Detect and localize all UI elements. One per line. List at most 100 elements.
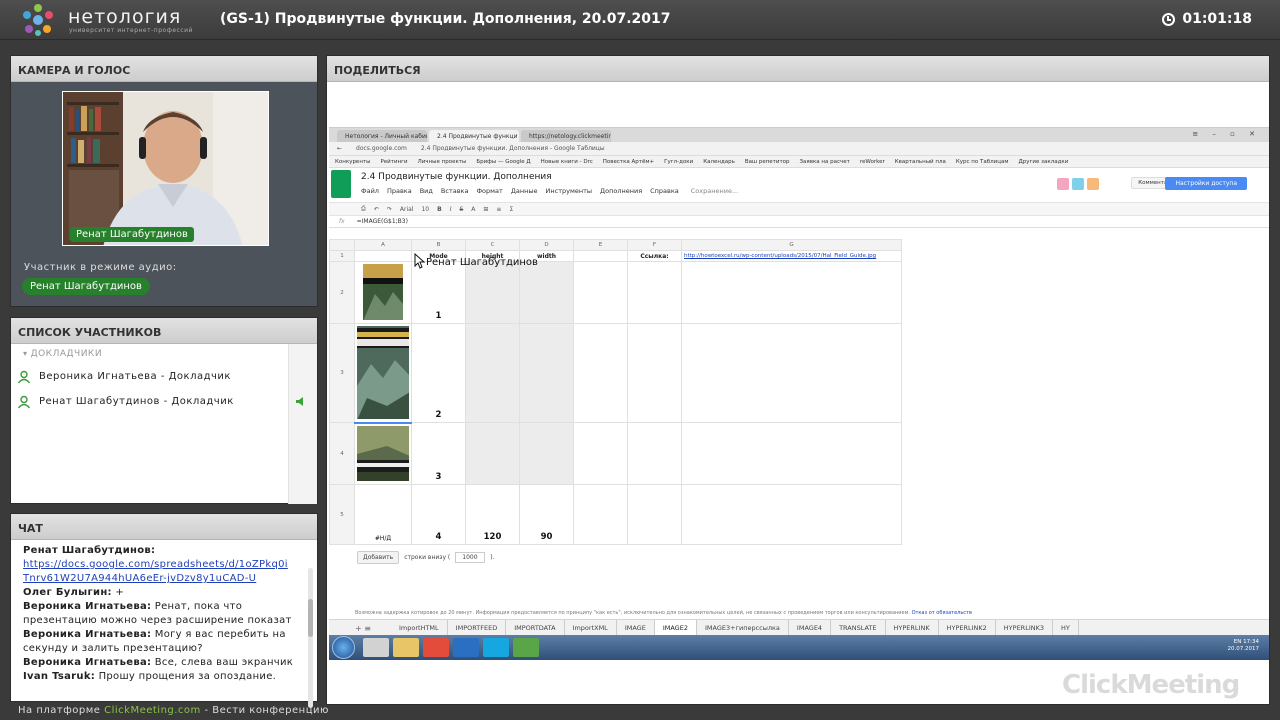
share-settings-button[interactable]: Настройки доступа	[1165, 177, 1247, 190]
sheet-tab[interactable]: IMAGE	[617, 620, 655, 635]
chat-link[interactable]: https://docs.google.com/spreadsheets/d/1…	[23, 559, 288, 584]
align-icon[interactable]: ≡	[496, 206, 501, 213]
avatar[interactable]	[1057, 178, 1069, 190]
browser-tab[interactable]: Нетология - Личный кабин	[337, 130, 427, 142]
taskbar-skype[interactable]	[483, 638, 509, 657]
taskbar-yandex-browser[interactable]	[423, 638, 449, 657]
cell[interactable]	[627, 261, 682, 324]
back-icon[interactable]: ←	[337, 145, 342, 152]
menu-item[interactable]: Данные	[511, 187, 538, 195]
cell[interactable]: 2	[411, 323, 466, 423]
menu-item[interactable]: Вид	[420, 187, 433, 195]
sheet-tab[interactable]: IMAGE3+гиперссылка	[697, 620, 789, 635]
link-cell[interactable]: http://howtoexcel.ru/wp-content/uploads/…	[681, 250, 902, 262]
text-color-icon[interactable]: A	[471, 206, 475, 213]
add-sheet-icon[interactable]: + ≡	[355, 624, 371, 633]
corner-cell[interactable]	[329, 239, 355, 251]
cell[interactable]	[681, 261, 902, 324]
menu-item[interactable]: Формат	[476, 187, 502, 195]
tray-language[interactable]: EN	[1234, 639, 1242, 645]
cell[interactable]: 3	[411, 422, 466, 485]
sheet-tab[interactable]: HYPERLINK3	[996, 620, 1053, 635]
sheet-tab[interactable]: IMPORTDATA	[506, 620, 565, 635]
cell[interactable]	[681, 422, 902, 485]
row-header[interactable]: 4	[329, 422, 355, 485]
bookmark[interactable]: Личные проекты	[418, 159, 467, 165]
cell[interactable]	[627, 422, 682, 485]
image-cell[interactable]	[354, 323, 412, 424]
bookmark[interactable]: Новые книги - Drc	[541, 159, 593, 165]
sheet-tab[interactable]: TRANSLATE	[831, 620, 886, 635]
add-rows-button[interactable]: Добавить	[357, 551, 400, 564]
column-header[interactable]: A	[354, 239, 412, 251]
column-header[interactable]: C	[465, 239, 520, 251]
bookmark[interactable]: Квартальный пла	[895, 159, 946, 165]
presenters-section-toggle[interactable]: ДОКЛАДЧИКИ	[11, 344, 317, 364]
cell[interactable]	[519, 323, 574, 423]
redo-icon[interactable]: ↷	[387, 206, 392, 213]
address-bar[interactable]: ← docs.google.com 2.4 Продвинутые функци…	[329, 142, 1269, 156]
document-title[interactable]: 2.4 Продвинутые функции. Дополнения	[361, 172, 552, 182]
italic-icon[interactable]: I	[450, 206, 452, 213]
font-select[interactable]: Arial	[400, 206, 414, 213]
cell[interactable]	[519, 261, 574, 324]
strike-icon[interactable]: S	[459, 206, 463, 213]
taskbar-app[interactable]	[363, 638, 389, 657]
spreadsheet-grid[interactable]: A B C D E F G 1 Mode height width Ссылка…	[329, 239, 902, 545]
column-header[interactable]: E	[573, 239, 628, 251]
row-header[interactable]: 3	[329, 323, 355, 423]
cell[interactable]: 120	[465, 484, 520, 545]
image-cell[interactable]	[354, 261, 412, 324]
menu-item[interactable]: Правка	[387, 187, 412, 195]
cell[interactable]: #Н/Д	[354, 484, 412, 545]
bookmark[interactable]: Заявка на расчет	[800, 159, 850, 165]
row-header[interactable]: 2	[329, 261, 355, 324]
sheet-tab[interactable]: HYPERLINK	[886, 620, 939, 635]
footer-brand-link[interactable]: ClickMeeting.com	[104, 705, 201, 716]
bookmark[interactable]: Курс по Таблицам	[956, 159, 1009, 165]
cell[interactable]: Ссылка:	[627, 250, 682, 262]
cell[interactable]	[681, 484, 902, 545]
column-header[interactable]: F	[627, 239, 682, 251]
column-header[interactable]: G	[681, 239, 902, 251]
sheets-logo-icon[interactable]	[331, 170, 351, 198]
sheet-tab[interactable]: HY	[1053, 620, 1079, 635]
bookmark[interactable]: Другие закладки	[1018, 159, 1068, 165]
cell[interactable]	[573, 250, 628, 262]
menu-item[interactable]: Вставка	[441, 187, 469, 195]
window-controls[interactable]: ≡ – ▫ ✕	[1192, 130, 1261, 138]
avatar[interactable]	[1072, 178, 1084, 190]
cell[interactable]	[573, 261, 628, 324]
start-button[interactable]	[332, 636, 355, 659]
sheet-tab[interactable]: HYPERLINK2	[939, 620, 996, 635]
browser-tab[interactable]: https://netology.clickmeetin	[521, 130, 611, 142]
bookmark[interactable]: Ваш репетитор	[745, 159, 790, 165]
borders-icon[interactable]: ⊞	[483, 206, 488, 213]
sum-icon[interactable]: Σ	[509, 206, 513, 213]
taskbar-outlook[interactable]	[453, 638, 479, 657]
cell[interactable]	[465, 323, 520, 423]
participant-row[interactable]: Вероника Игнатьева - Докладчик	[11, 364, 317, 389]
print-icon[interactable]: ⎙	[361, 205, 366, 213]
sheet-tab-active[interactable]: IMAGE2	[654, 620, 697, 635]
chat-scrollbar[interactable]	[308, 568, 313, 708]
cell[interactable]	[573, 323, 628, 423]
chat-messages[interactable]: Ренат Шагабутдинов: https://docs.google.…	[11, 540, 317, 701]
cell[interactable]	[627, 484, 682, 545]
bold-icon[interactable]: B	[437, 206, 442, 213]
column-header[interactable]: D	[519, 239, 574, 251]
undo-icon[interactable]: ↶	[374, 206, 379, 213]
column-header[interactable]: B	[411, 239, 466, 251]
cell[interactable]	[681, 323, 902, 423]
bookmark[interactable]: Гугл-доки	[664, 159, 693, 165]
image-cell[interactable]	[354, 422, 412, 485]
chat-scrollbar-thumb[interactable]	[308, 599, 313, 637]
cell[interactable]	[573, 422, 628, 485]
row-header[interactable]: 5	[329, 484, 355, 545]
row-header[interactable]: 1	[329, 250, 355, 262]
formula-bar[interactable]: fx =IMAGE(G$1;B3)	[329, 216, 1269, 228]
disclaimer-link[interactable]: Отказ от обязательств	[912, 610, 972, 616]
bookmark[interactable]: Календарь	[703, 159, 735, 165]
cell[interactable]: 4	[411, 484, 466, 545]
speaker-video[interactable]: Ренат Шагабутдинов	[62, 91, 269, 246]
